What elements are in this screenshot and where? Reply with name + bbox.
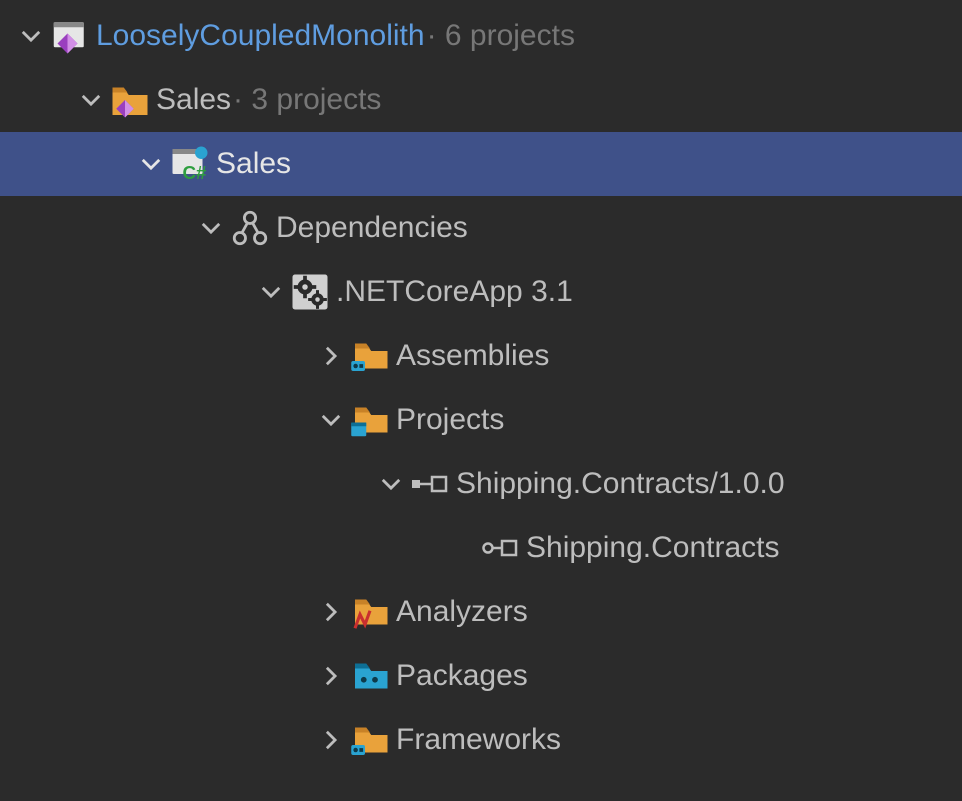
chevron-right-icon[interactable]: [314, 723, 348, 757]
chevron-down-icon[interactable]: [194, 211, 228, 245]
frameworks-label: Frameworks: [396, 723, 561, 757]
chevron-down-icon[interactable]: [314, 403, 348, 437]
solution-name: LooselyCoupledMonolith: [96, 19, 425, 53]
solution-icon: [48, 14, 92, 58]
assemblies-label: Assemblies: [396, 339, 549, 373]
projects-node[interactable]: Projects: [0, 388, 962, 452]
dependencies-label: Dependencies: [276, 211, 468, 245]
target-framework-node[interactable]: .NETCoreApp 3.1: [0, 260, 962, 324]
reference-icon: [408, 462, 452, 506]
assembly-reference-node[interactable]: Shipping.Contracts: [0, 516, 962, 580]
project-reference-node[interactable]: Shipping.Contracts/1.0.0: [0, 452, 962, 516]
svg-text:C#: C#: [183, 162, 208, 183]
chevron-down-icon[interactable]: [74, 83, 108, 117]
chevron-down-icon[interactable]: [134, 147, 168, 181]
dependencies-node[interactable]: Dependencies: [0, 196, 962, 260]
solution-explorer-tree: LooselyCoupledMonolith · 6 projects Sale…: [0, 0, 962, 772]
target-framework-label: .NETCoreApp 3.1: [336, 275, 573, 309]
frameworks-node[interactable]: Frameworks: [0, 708, 962, 772]
chevron-down-icon[interactable]: [254, 275, 288, 309]
csharp-project-icon: C#: [168, 142, 212, 186]
solution-node[interactable]: LooselyCoupledMonolith · 6 projects: [0, 4, 962, 68]
chevron-down-icon[interactable]: [14, 19, 48, 53]
packages-label: Packages: [396, 659, 528, 693]
chevron-right-icon[interactable]: [314, 595, 348, 629]
folder-suffix: · 3 projects: [233, 83, 381, 117]
frameworks-folder-icon: [348, 718, 392, 762]
packages-node[interactable]: Packages: [0, 644, 962, 708]
solution-suffix: · 6 projects: [427, 19, 575, 53]
assembly-icon: [478, 526, 522, 570]
chevron-down-icon[interactable]: [374, 467, 408, 501]
reference-label: Shipping.Contracts/1.0.0: [456, 467, 785, 501]
solution-folder-node[interactable]: Sales · 3 projects: [0, 68, 962, 132]
assemblies-folder-icon: [348, 334, 392, 378]
project-name: Sales: [216, 147, 291, 181]
dependencies-icon: [228, 206, 272, 250]
folder-name: Sales: [156, 83, 231, 117]
chevron-right-icon[interactable]: [314, 659, 348, 693]
analyzers-folder-icon: [348, 590, 392, 634]
packages-folder-icon: [348, 654, 392, 698]
analyzers-node[interactable]: Analyzers: [0, 580, 962, 644]
solution-folder-icon: [108, 78, 152, 122]
assemblies-node[interactable]: Assemblies: [0, 324, 962, 388]
assembly-label: Shipping.Contracts: [526, 531, 779, 565]
analyzers-label: Analyzers: [396, 595, 528, 629]
projects-folder-icon: [348, 398, 392, 442]
chevron-right-icon[interactable]: [314, 339, 348, 373]
projects-label: Projects: [396, 403, 504, 437]
project-node-sales[interactable]: C# Sales: [0, 132, 962, 196]
gear-icon: [288, 270, 332, 314]
